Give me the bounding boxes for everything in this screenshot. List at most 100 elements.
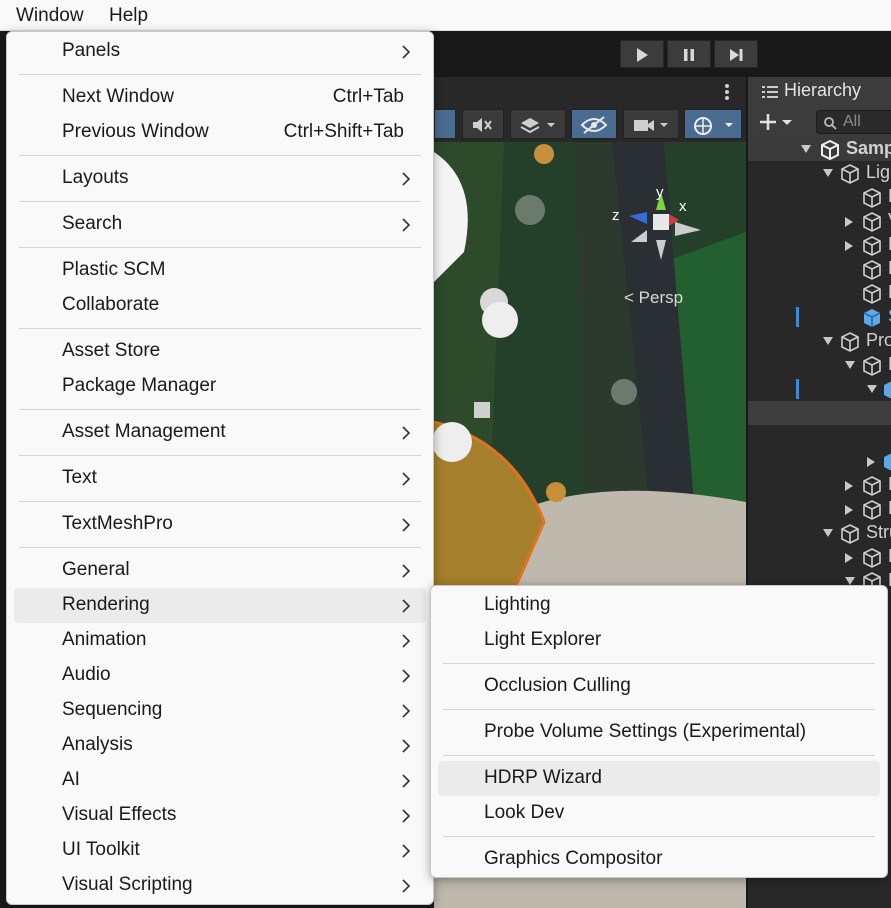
scene-visibility-button[interactable] bbox=[571, 109, 617, 139]
menu-item-rendering[interactable]: Rendering bbox=[14, 588, 426, 623]
gizmo-z-label: z bbox=[612, 207, 620, 224]
menu-item-search[interactable]: Search bbox=[14, 207, 426, 242]
menu-item-collaborate[interactable]: Collaborate bbox=[14, 288, 426, 323]
hierarchy-tab[interactable]: Hierarchy bbox=[748, 77, 891, 106]
hierarchy-row[interactable]: S bbox=[748, 305, 891, 329]
chevron-right-icon bbox=[402, 704, 410, 718]
hierarchy-search-input[interactable]: All bbox=[816, 110, 891, 134]
menu-item-panels[interactable]: Panels bbox=[14, 34, 426, 69]
gameobject-icon bbox=[863, 212, 881, 232]
collapse-arrow-icon[interactable] bbox=[844, 216, 854, 228]
hierarchy-row[interactable]: Stru bbox=[748, 521, 891, 545]
collapse-arrow-icon[interactable] bbox=[844, 480, 854, 492]
collapse-arrow-icon[interactable] bbox=[844, 504, 854, 516]
gameobject-icon bbox=[841, 524, 859, 544]
menu-item-analysis[interactable]: Analysis bbox=[14, 728, 426, 763]
chevron-right-icon bbox=[402, 45, 410, 59]
expand-arrow-icon[interactable] bbox=[822, 168, 834, 178]
pause-icon bbox=[684, 49, 694, 61]
menu-item-package-manager[interactable]: Package Manager bbox=[14, 369, 426, 404]
menu-window[interactable]: Window bbox=[16, 0, 84, 31]
menu-item-ui-toolkit[interactable]: UI Toolkit bbox=[14, 833, 426, 868]
collapse-arrow-icon[interactable] bbox=[866, 456, 876, 468]
hierarchy-row[interactable]: L bbox=[748, 257, 891, 281]
hierarchy-row[interactable]: F bbox=[748, 353, 891, 377]
hierarchy-row[interactable]: F bbox=[748, 497, 891, 521]
menu-item-visual-scripting[interactable]: Visual Scripting bbox=[14, 868, 426, 903]
pause-button[interactable] bbox=[667, 40, 711, 68]
search-placeholder: All bbox=[843, 113, 861, 130]
hierarchy-row[interactable]: F bbox=[748, 473, 891, 497]
hierarchy-row[interactable]: L bbox=[748, 281, 891, 305]
menu-item-layouts[interactable]: Layouts bbox=[14, 161, 426, 196]
chevron-right-icon bbox=[402, 472, 410, 486]
rendering-submenu: Lighting Light Explorer Occlusion Cullin… bbox=[430, 585, 888, 878]
scene-tab-bar bbox=[434, 77, 746, 106]
gameobject-icon bbox=[841, 332, 859, 352]
more-options-icon[interactable] bbox=[724, 83, 730, 101]
hierarchy-row[interactable] bbox=[748, 377, 891, 401]
menu-separator bbox=[19, 409, 421, 410]
submenu-item-light-explorer[interactable]: Light Explorer bbox=[438, 623, 880, 658]
menu-item-asset-store[interactable]: Asset Store bbox=[14, 334, 426, 369]
collapse-arrow-icon[interactable] bbox=[844, 552, 854, 564]
step-button[interactable] bbox=[714, 40, 758, 68]
play-button[interactable] bbox=[620, 40, 664, 68]
chevron-right-icon bbox=[402, 426, 410, 440]
menu-separator bbox=[19, 155, 421, 156]
list-icon bbox=[762, 86, 778, 98]
hierarchy-row[interactable]: F bbox=[748, 233, 891, 257]
menu-separator bbox=[19, 501, 421, 502]
hierarchy-row[interactable]: Lig bbox=[748, 161, 891, 185]
hierarchy-row[interactable]: D bbox=[748, 545, 891, 569]
menu-bar: Window Help bbox=[0, 0, 891, 31]
menu-separator bbox=[19, 328, 421, 329]
camera-dropdown-button[interactable] bbox=[623, 109, 679, 139]
gameobject-icon bbox=[863, 260, 881, 280]
gizmo-y-label: y bbox=[656, 184, 664, 201]
submenu-item-lighting[interactable]: Lighting bbox=[438, 588, 880, 623]
submenu-item-probe-volume-settings[interactable]: Probe Volume Settings (Experimental) bbox=[438, 715, 880, 750]
expand-arrow-icon[interactable] bbox=[822, 528, 834, 538]
submenu-item-graphics-compositor[interactable]: Graphics Compositor bbox=[438, 842, 880, 877]
chevron-right-icon bbox=[402, 218, 410, 232]
submenu-item-look-dev[interactable]: Look Dev bbox=[438, 796, 880, 831]
hierarchy-row[interactable]: Samp bbox=[748, 137, 891, 161]
chevron-right-icon bbox=[402, 774, 410, 788]
menu-item-animation[interactable]: Animation bbox=[14, 623, 426, 658]
collapse-arrow-icon[interactable] bbox=[844, 240, 854, 252]
effects-dropdown-button[interactable] bbox=[510, 109, 566, 139]
menu-item-text[interactable]: Text bbox=[14, 461, 426, 496]
submenu-item-occlusion-culling[interactable]: Occlusion Culling bbox=[438, 669, 880, 704]
submenu-item-hdrp-wizard[interactable]: HDRP Wizard bbox=[438, 761, 880, 796]
audio-toggle-button[interactable] bbox=[462, 109, 504, 139]
menu-item-general[interactable]: General bbox=[14, 553, 426, 588]
add-object-button[interactable] bbox=[758, 112, 796, 132]
menu-item-previous-window[interactable]: Previous Window Ctrl+Shift+Tab bbox=[14, 115, 426, 150]
menu-separator bbox=[443, 663, 875, 664]
gizmo-x-label: x bbox=[679, 198, 687, 215]
menu-item-visual-effects[interactable]: Visual Effects bbox=[14, 798, 426, 833]
expand-arrow-icon[interactable] bbox=[800, 144, 812, 154]
shading-mode-button[interactable] bbox=[434, 109, 456, 139]
hierarchy-row[interactable]: V bbox=[748, 209, 891, 233]
menu-item-sequencing[interactable]: Sequencing bbox=[14, 693, 426, 728]
menu-item-ai[interactable]: AI bbox=[14, 763, 426, 798]
menu-item-audio[interactable]: Audio bbox=[14, 658, 426, 693]
expand-arrow-icon[interactable] bbox=[844, 360, 856, 370]
expand-arrow-icon[interactable] bbox=[866, 384, 878, 394]
hierarchy-row[interactable] bbox=[748, 449, 891, 473]
menu-item-plastic-scm[interactable]: Plastic SCM bbox=[14, 253, 426, 288]
menu-item-textmeshpro[interactable]: TextMeshPro bbox=[14, 507, 426, 542]
menu-item-next-window[interactable]: Next Window Ctrl+Tab bbox=[14, 80, 426, 115]
chevron-right-icon bbox=[402, 518, 410, 532]
hierarchy-row[interactable]: Pro bbox=[748, 329, 891, 353]
hierarchy-row[interactable]: D bbox=[748, 185, 891, 209]
gizmos-dropdown-button[interactable] bbox=[684, 109, 742, 139]
expand-arrow-icon[interactable] bbox=[822, 336, 834, 346]
menu-item-asset-management[interactable]: Asset Management bbox=[14, 415, 426, 450]
hierarchy-toolbar: All bbox=[748, 106, 891, 138]
menu-help[interactable]: Help bbox=[109, 0, 148, 31]
perspective-label[interactable]: < Persp bbox=[624, 288, 683, 308]
hierarchy-row-selected[interactable] bbox=[748, 401, 891, 425]
